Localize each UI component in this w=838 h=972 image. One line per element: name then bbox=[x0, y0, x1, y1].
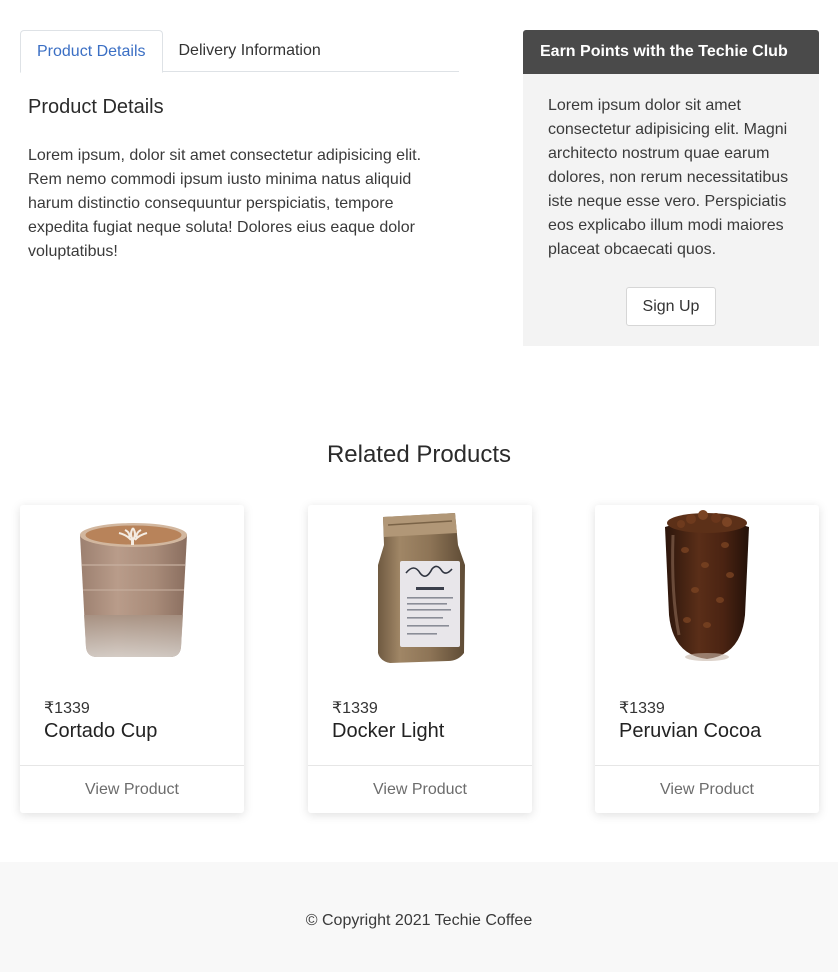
product-price: ₹1339 bbox=[619, 700, 665, 717]
product-card-cortado-cup: ₹1339 Cortado Cup View Product bbox=[20, 505, 244, 813]
product-details-text: Lorem ipsum, dolor sit amet consectetur … bbox=[28, 147, 422, 260]
tab-delivery-information[interactable]: Delivery Information bbox=[163, 30, 337, 72]
techie-club-title: Earn Points with the Techie Club bbox=[523, 30, 819, 74]
product-details-heading: Product Details bbox=[28, 96, 164, 118]
view-product-button[interactable]: View Product bbox=[20, 766, 244, 813]
product-tabs: Product Details Delivery Information bbox=[20, 30, 459, 73]
techie-club-text: Lorem ipsum dolor sit amet consectetur a… bbox=[548, 97, 789, 258]
view-product-button[interactable]: View Product bbox=[595, 766, 819, 813]
product-name: Peruvian Cocoa bbox=[619, 720, 762, 742]
techie-club-card: Earn Points with the Techie Club Lorem i… bbox=[523, 30, 819, 346]
sign-up-button[interactable]: Sign Up bbox=[626, 287, 716, 326]
footer: © Copyright 2021 Techie Coffee bbox=[0, 862, 838, 972]
product-name: Docker Light bbox=[332, 720, 445, 742]
coffee-beans-glass-image bbox=[595, 505, 819, 669]
product-card-docker-light: ₹1339 Docker Light View Product bbox=[308, 505, 532, 813]
product-price: ₹1339 bbox=[332, 700, 378, 717]
view-product-button[interactable]: View Product bbox=[308, 766, 532, 813]
product-price: ₹1339 bbox=[44, 700, 90, 717]
tab-product-details[interactable]: Product Details bbox=[20, 30, 163, 73]
cortado-glass-image bbox=[20, 505, 244, 669]
coffee-bag-image bbox=[308, 505, 532, 669]
product-card-peruvian-cocoa: ₹1339 Peruvian Cocoa View Product bbox=[595, 505, 819, 813]
product-name: Cortado Cup bbox=[44, 720, 158, 742]
related-products-title: Related Products bbox=[326, 441, 512, 468]
copyright-text: © Copyright 2021 Techie Coffee bbox=[305, 912, 533, 929]
